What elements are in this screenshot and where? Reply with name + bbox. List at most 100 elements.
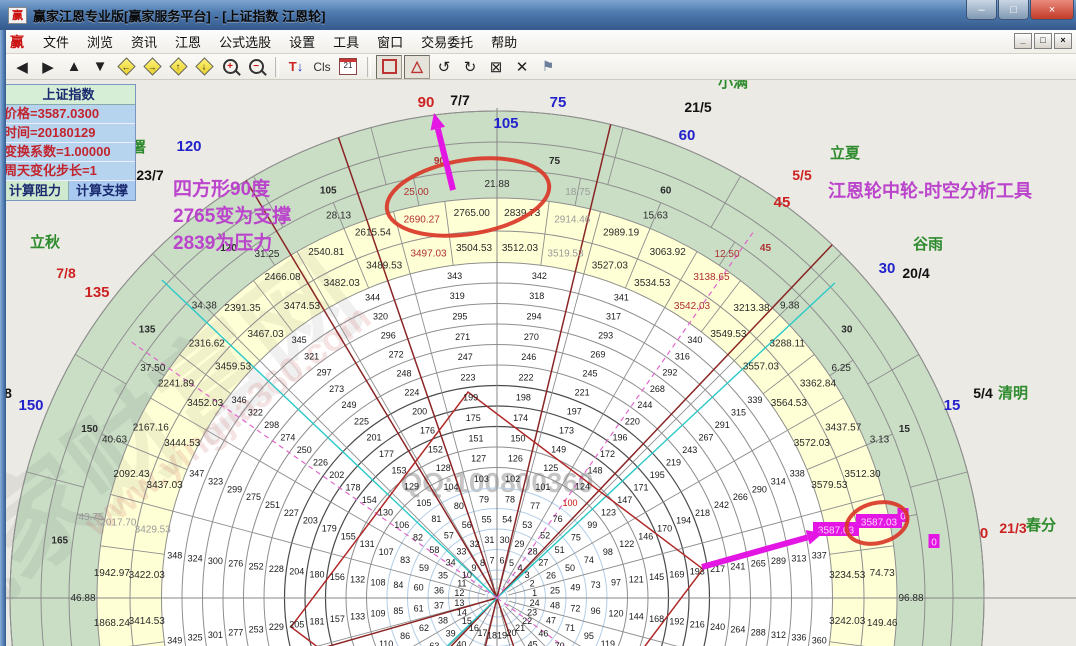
svg-text:223: 223 [460,372,475,382]
svg-text:3452.03: 3452.03 [187,398,224,409]
forward-icon[interactable]: ▶ [36,56,60,78]
svg-text:340: 340 [687,335,702,345]
maximize-button[interactable]: □ [998,0,1029,20]
menu-file[interactable]: 文件 [34,30,78,53]
svg-text:296: 296 [381,331,396,341]
window-title: 赢家江恩专业版[赢家服务平台] - [上证指数 江恩轮] [33,6,325,25]
menu-news[interactable]: 资讯 [122,30,166,53]
square-tool-icon[interactable] [376,55,402,79]
child-restore-button[interactable]: □ [1034,33,1052,49]
svg-text:3467.03: 3467.03 [247,329,284,340]
svg-text:86: 86 [400,631,410,641]
svg-text:2092.43: 2092.43 [113,469,150,480]
svg-text:301: 301 [208,630,223,640]
shrink-icon[interactable]: ✕ [510,56,534,78]
svg-text:228: 228 [269,564,284,574]
back-icon[interactable]: ◀ [10,56,34,78]
svg-text:82: 82 [413,532,423,542]
cls-button[interactable]: Cls [310,56,334,78]
menu-browse[interactable]: 浏览 [78,30,122,53]
zoom-in-icon[interactable]: + [218,56,242,78]
svg-text:3549.53: 3549.53 [710,329,747,340]
solar-term-label: 立秋 [30,233,61,251]
svg-text:2017.70: 2017.70 [100,518,137,529]
title-bar[interactable]: 赢 赢家江恩专业版[赢家服务平台] - [上证指数 江恩轮] – □ × [0,0,1076,30]
menu-settings[interactable]: 设置 [280,30,324,53]
svg-text:229: 229 [269,622,284,632]
svg-text:43.75: 43.75 [78,512,103,523]
rotate-cw-icon[interactable]: ↻ [458,56,482,78]
svg-text:3459.53: 3459.53 [215,362,252,373]
boxed-x-icon[interactable]: ⊠ [484,56,508,78]
triangle-tool-icon[interactable]: △ [404,55,430,79]
rotate-ccw-icon[interactable]: ↺ [432,56,456,78]
svg-text:249: 249 [342,400,357,410]
svg-text:84: 84 [393,580,403,590]
menu-help[interactable]: 帮助 [482,30,526,53]
close-button[interactable]: × [1030,0,1074,20]
svg-text:312: 312 [771,630,786,640]
menu-tools[interactable]: 工具 [324,30,368,53]
diamond-down-icon[interactable]: ↓ [192,56,216,78]
time-field[interactable]: 时间=20180129 [2,124,135,143]
diamond-right-icon[interactable]: → [140,56,164,78]
svg-text:8: 8 [480,558,485,568]
down-icon[interactable]: ▼ [88,56,112,78]
svg-text:127: 127 [471,454,486,464]
up-icon[interactable]: ▲ [62,56,86,78]
coefficient-field[interactable]: 变换系数=1.00000 [2,143,135,162]
gann-wheel-chart[interactable]: 赢家财富网www.yingjia360.comQQ:10080036012345… [0,80,1076,646]
svg-text:360: 360 [812,635,827,645]
svg-text:152: 152 [428,444,443,454]
svg-text:146: 146 [638,531,653,541]
outer-degree-label: 150 [18,397,43,414]
svg-text:271: 271 [455,332,470,342]
menu-gann[interactable]: 江恩 [166,30,210,53]
svg-text:25.00: 25.00 [404,187,429,198]
svg-text:313: 313 [791,553,806,563]
calendar-icon[interactable]: 21 [336,56,360,78]
svg-text:78: 78 [505,494,515,504]
svg-text:2989.19: 2989.19 [603,227,640,238]
svg-text:3519.53: 3519.53 [547,249,584,260]
svg-text:3534.53: 3534.53 [634,278,671,289]
menu-window[interactable]: 窗口 [368,30,412,53]
svg-text:33: 33 [456,547,466,557]
calc-resistance-button[interactable]: 计算阻力 [2,181,69,200]
zoom-out-icon[interactable]: − [244,56,268,78]
svg-text:13: 13 [454,598,464,608]
svg-text:288: 288 [751,627,766,637]
calc-support-button[interactable]: 计算支撑 [69,181,135,200]
svg-text:3234.53: 3234.53 [829,570,866,581]
minimize-button[interactable]: – [966,0,997,20]
svg-text:270: 270 [524,332,539,342]
child-close-button[interactable]: × [1054,33,1072,49]
diamond-left-icon[interactable]: ← [114,56,138,78]
svg-text:3527.03: 3527.03 [592,261,629,272]
svg-text:11: 11 [457,578,466,588]
svg-text:37.50: 37.50 [140,363,165,374]
svg-text:73: 73 [591,580,601,590]
svg-text:3444.53: 3444.53 [164,438,201,449]
svg-text:197: 197 [567,406,582,416]
svg-text:3489.53: 3489.53 [366,261,403,272]
svg-text:50: 50 [565,563,575,573]
svg-text:216: 216 [690,619,705,629]
svg-text:101: 101 [535,482,550,492]
flag-icon[interactable]: ⚑ [536,56,560,78]
svg-text:338: 338 [790,469,805,479]
menu-trade[interactable]: 交易委托 [412,30,482,53]
price-field[interactable]: 价格=3587.0300 [2,105,135,124]
svg-text:28.13: 28.13 [326,211,351,222]
svg-text:266: 266 [733,492,748,502]
diamond-up-icon[interactable]: ↑ [166,56,190,78]
svg-text:2167.16: 2167.16 [133,422,170,433]
time-updown-icon[interactable]: T↓ [284,56,308,78]
menu-formula-stock-pick[interactable]: 公式选股 [210,30,280,53]
svg-text:149: 149 [551,444,566,454]
child-minimize-button[interactable]: _ [1014,33,1032,49]
svg-text:3414.53: 3414.53 [129,616,166,627]
step-field[interactable]: 周天变化步长=1 [2,162,135,181]
svg-text:123: 123 [601,507,616,517]
svg-text:2914.46: 2914.46 [554,214,591,225]
